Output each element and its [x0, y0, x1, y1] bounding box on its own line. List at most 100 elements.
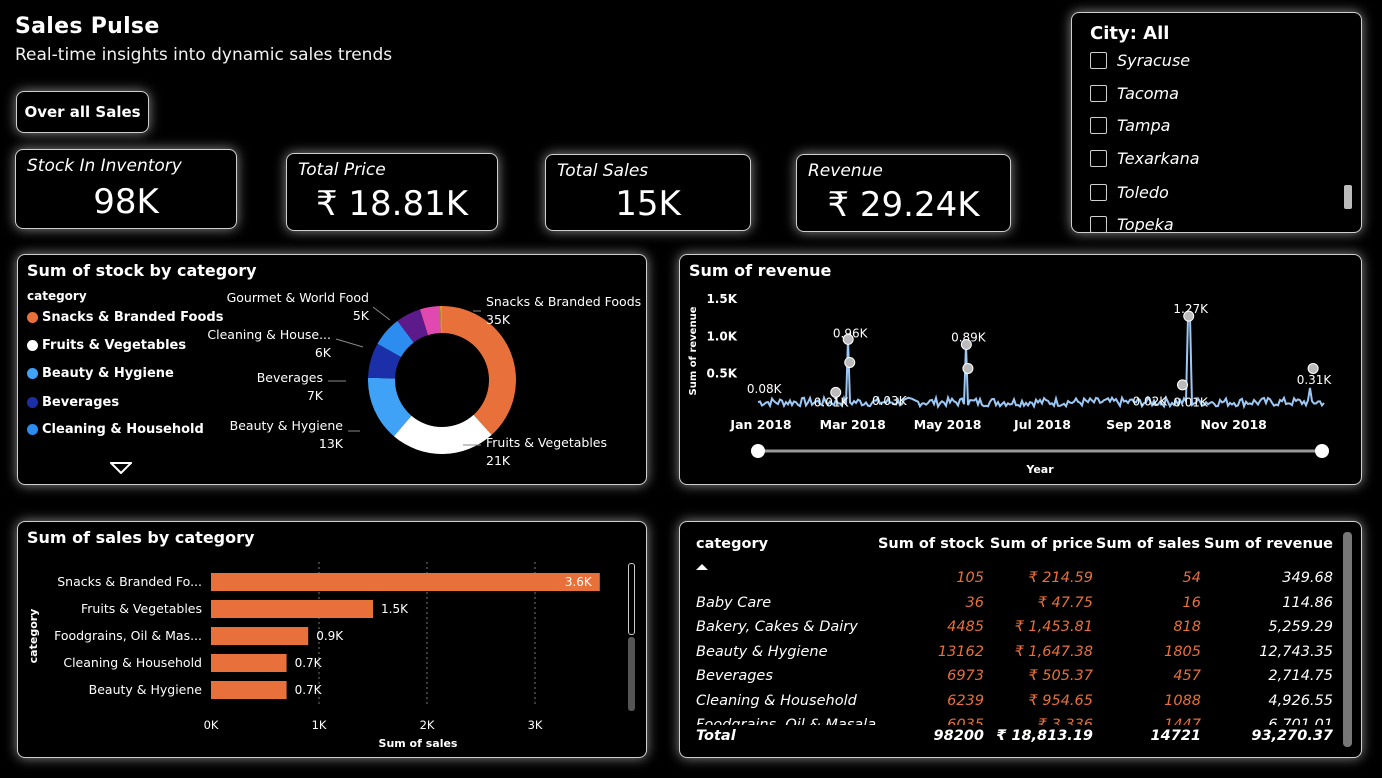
slicer-item-syracuse[interactable]: Syracuse	[1090, 51, 1190, 70]
slicer-title: City: All	[1090, 23, 1170, 44]
kpi-card-sales: Total Sales 15K	[545, 154, 751, 231]
kpi-value: 15K	[615, 184, 681, 224]
slider-start-handle[interactable]	[751, 444, 765, 458]
donut-label-name: Fruits & Vegetables	[486, 435, 607, 450]
checkbox-icon[interactable]	[1090, 150, 1107, 167]
page-subtitle: Real-time insights into dynamic sales tr…	[15, 45, 393, 65]
category-label: Snacks & Branded Fo...	[57, 574, 202, 589]
table-cell-category: Foodgrains, Oil & Masala	[696, 717, 877, 725]
table-body: 105 ₹ 214.59 54 349.68 Baby Care 36 ₹ 47.75 16 1…	[680, 522, 1361, 725]
city-slicer: City: All Syracuse Tacoma Tampa Texarkan…	[1071, 12, 1362, 233]
y-tick-label: 1.5K	[706, 292, 737, 306]
revenue-data-label: 0.01K	[814, 395, 850, 409]
checkbox-icon[interactable]	[1090, 117, 1107, 134]
slicer-item-topeka[interactable]: Topeka	[1090, 215, 1174, 232]
sales-bar[interactable]	[211, 627, 309, 645]
bar-value-label: 0.9K	[316, 629, 344, 643]
table-cell-sales: 54	[1182, 570, 1201, 586]
donut-label-name: Cleaning & House...	[207, 327, 331, 342]
data-point-marker[interactable]	[830, 386, 842, 398]
bar-scrollbar[interactable]	[628, 563, 635, 635]
revenue-card: Sum of revenue Sum of revenue 1.5K 1.0K 0.5…	[679, 254, 1362, 485]
table-total-revenue: 93,270.37	[1251, 728, 1333, 744]
x-tick-label: May 2018	[914, 417, 982, 432]
slicer-item-tampa[interactable]: Tampa	[1090, 116, 1170, 135]
revenue-data-label: 0.02K	[1133, 395, 1169, 409]
x-tick-label: Sep 2018	[1106, 417, 1172, 432]
x-tick-label: Jul 2018	[1013, 417, 1071, 432]
sales-bar-chart: 0K 1K 2K 3K Sum of sales category Snacks & Bra…	[27, 562, 600, 750]
table-cell-stock: 6973	[947, 668, 984, 684]
table-cell-stock: 6239	[947, 692, 984, 709]
slicer-item-texarkana[interactable]: Texarkana	[1090, 149, 1200, 168]
donut-label-name: Snacks & Branded Foods	[486, 294, 641, 309]
category-table-card: category Sum of stock Sum of price Sum o…	[679, 521, 1362, 758]
table-scrollbar[interactable]	[1343, 532, 1352, 747]
kpi-label: Total Sales	[557, 161, 649, 181]
x-axis-title: Sum of sales	[379, 737, 458, 750]
table-cell-price: ₹ 505.37	[1028, 668, 1093, 684]
bar-scrollbar-track	[628, 637, 635, 711]
table-cell-category: Bakery, Cakes & Dairy	[696, 619, 858, 635]
slicer-item-toledo[interactable]: Toledo	[1090, 183, 1169, 202]
leader-line	[372, 306, 391, 321]
kpi-label: Total Price	[298, 160, 386, 180]
sales-bar[interactable]	[211, 681, 287, 699]
kpi-card-revenue: Revenue ₹ 29.24K	[796, 154, 1011, 232]
revenue-line-chart: Sum of revenue 1.5K 1.0K 0.5K Jan 2018 Mar 20…	[688, 292, 1332, 476]
y-tick-label: 1.0K	[706, 329, 737, 343]
table-cell-price: ₹ 214.59	[1028, 570, 1093, 586]
slider-end-handle[interactable]	[1315, 444, 1329, 458]
checkbox-icon[interactable]	[1090, 85, 1107, 102]
table-cell-revenue: 349.68	[1282, 570, 1333, 586]
kpi-value: ₹ 18.81K	[315, 184, 469, 224]
donut-label-value: 21K	[486, 453, 511, 468]
checkbox-icon[interactable]	[1090, 216, 1107, 232]
table-cell-category: Beverages	[696, 668, 773, 684]
table-cell-category: Beauty & Hygiene	[696, 643, 828, 660]
checkbox-icon[interactable]	[1090, 52, 1107, 69]
bar-value-label: 0.7K	[295, 683, 323, 697]
data-point-marker[interactable]	[962, 362, 974, 374]
kpi-card-price: Total Price ₹ 18.81K	[286, 153, 498, 231]
data-point-marker[interactable]	[1177, 379, 1188, 391]
donut-label-value: 35K	[486, 312, 511, 327]
table-cell-sales: 1447	[1164, 717, 1201, 725]
donut-label-value: 7K	[307, 388, 324, 403]
table-total-label: Total	[696, 728, 736, 744]
y-axis-title: Sum of revenue	[688, 306, 699, 395]
data-point-marker[interactable]	[844, 356, 856, 368]
donut-label-value: 13K	[319, 436, 344, 451]
table-cell-revenue: 5,259.29	[1268, 619, 1333, 635]
x-tick-label: Nov 2018	[1201, 417, 1267, 432]
bar-value-label: 1.5K	[381, 602, 409, 616]
sales-bar[interactable]	[211, 600, 373, 618]
sales-bar[interactable]	[211, 573, 600, 591]
data-point-marker[interactable]	[1307, 362, 1319, 374]
table-cell-price: ₹ 954.65	[1028, 692, 1093, 709]
overall-sales-button[interactable]: Over all Sales	[16, 91, 149, 133]
kpi-value: 98K	[93, 182, 159, 222]
slicer-scrollbar[interactable]	[1344, 185, 1352, 209]
table-cell-revenue: 4,926.55	[1268, 692, 1333, 709]
donut-slice[interactable]	[393, 414, 492, 454]
table-cell-revenue: 6,701.01	[1268, 717, 1333, 725]
data-point-marker[interactable]	[960, 339, 972, 351]
table-cell-revenue: 2,714.75	[1268, 668, 1333, 684]
x-tick-label: 3K	[528, 718, 543, 732]
page-title: Sales Pulse	[15, 14, 160, 39]
data-point-marker[interactable]	[842, 333, 854, 345]
y-axis-title: category	[27, 609, 40, 664]
x-tick-label: 1K	[312, 718, 327, 732]
kpi-label: Stock In Inventory	[27, 156, 182, 176]
slicer-item-tacoma[interactable]: Tacoma	[1090, 84, 1179, 103]
sales-bar[interactable]	[211, 654, 287, 672]
donut-label-name: Beauty & Hygiene	[230, 418, 344, 433]
data-point-marker[interactable]	[1183, 310, 1195, 322]
kpi-label: Revenue	[808, 161, 883, 181]
category-label: Fruits & Vegetables	[81, 601, 202, 616]
revenue-data-label: 0.01K	[1173, 395, 1209, 409]
x-tick-label: Jan 2018	[729, 417, 791, 432]
checkbox-icon[interactable]	[1090, 184, 1107, 201]
table-cell-stock: 105	[956, 570, 984, 586]
